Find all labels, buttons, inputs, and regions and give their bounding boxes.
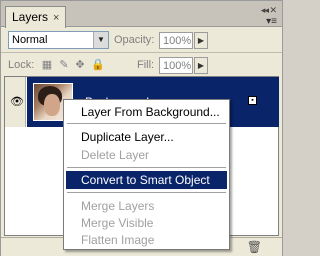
menu-item-label: Convert to Smart Object (81, 173, 210, 187)
trash-icon[interactable]: 🗑 (247, 240, 262, 254)
menu-item-label: Layer From Background... (81, 105, 220, 119)
menu-item-duplicate-layer[interactable]: Duplicate Layer... (66, 128, 227, 146)
context-menu: Layer From Background... Duplicate Layer… (63, 99, 230, 250)
layer-lock-icon: ▪ (248, 96, 257, 105)
fill-value: 100% (163, 60, 192, 72)
menu-item-flatten-image[interactable]: Flatten Image (66, 231, 227, 249)
fill-slider-button[interactable]: ▶ (194, 57, 208, 74)
blend-mode-value: Normal (12, 34, 48, 46)
menu-item-label: Merge Layers (81, 199, 155, 213)
window-controls-icon[interactable]: ◂◂ ✕ (261, 5, 277, 16)
opacity-field[interactable]: 100% (159, 32, 193, 49)
fill-label: Fill: (137, 59, 155, 71)
panel-menu-icon[interactable]: ▾≡ (266, 16, 277, 27)
menu-separator (67, 123, 226, 124)
opacity-value: 100% (163, 35, 192, 47)
lock-all-icon[interactable]: 🔒 (91, 59, 105, 71)
panel-titlebar: Layers × ◂◂ ✕ ▾≡ (1, 1, 282, 28)
menu-item-label: Merge Visible (81, 216, 154, 230)
menu-item-merge-layers[interactable]: Merge Layers (66, 197, 227, 215)
menu-item-merge-visible[interactable]: Merge Visible (66, 214, 227, 232)
menu-item-layer-from-background[interactable]: Layer From Background... (66, 103, 227, 121)
lock-position-icon[interactable]: ✥ (74, 59, 86, 71)
fill-field[interactable]: 100% (159, 57, 193, 74)
lock-transparent-icon[interactable]: ▦ (41, 59, 53, 71)
eye-icon[interactable]: 👁 (10, 95, 24, 108)
opacity-slider-button[interactable]: ▶ (194, 32, 208, 49)
visibility-toggle[interactable]: 👁 (5, 77, 26, 127)
layers-panel: Layers × ◂◂ ✕ ▾≡ Normal ▼ Opacity: 100% ▶… (0, 0, 283, 256)
chevron-down-icon[interactable]: ▼ (93, 32, 108, 48)
menu-item-label: Delete Layer (81, 148, 150, 162)
menu-separator (67, 167, 226, 168)
tab-label: Layers (12, 10, 49, 24)
blend-row: Normal ▼ Opacity: 100% ▶ (1, 28, 282, 52)
tab-close-icon[interactable]: × (53, 12, 59, 24)
menu-item-label: Duplicate Layer... (81, 130, 174, 144)
blend-mode-select[interactable]: Normal ▼ (8, 31, 109, 49)
lock-brush-icon[interactable]: ✎ (58, 59, 70, 71)
menu-separator (67, 192, 226, 193)
opacity-label: Opacity: (114, 34, 155, 46)
tab-layers[interactable]: Layers × (5, 6, 67, 28)
menu-item-convert-to-smart-object[interactable]: Convert to Smart Object (66, 171, 227, 189)
menu-item-label: Flatten Image (81, 233, 155, 247)
lock-label: Lock: (8, 59, 35, 71)
menu-item-delete-layer[interactable]: Delete Layer (66, 146, 227, 164)
lock-row: Lock: ▦ ✎ ✥ 🔒 Fill: 100% ▶ (1, 52, 282, 76)
